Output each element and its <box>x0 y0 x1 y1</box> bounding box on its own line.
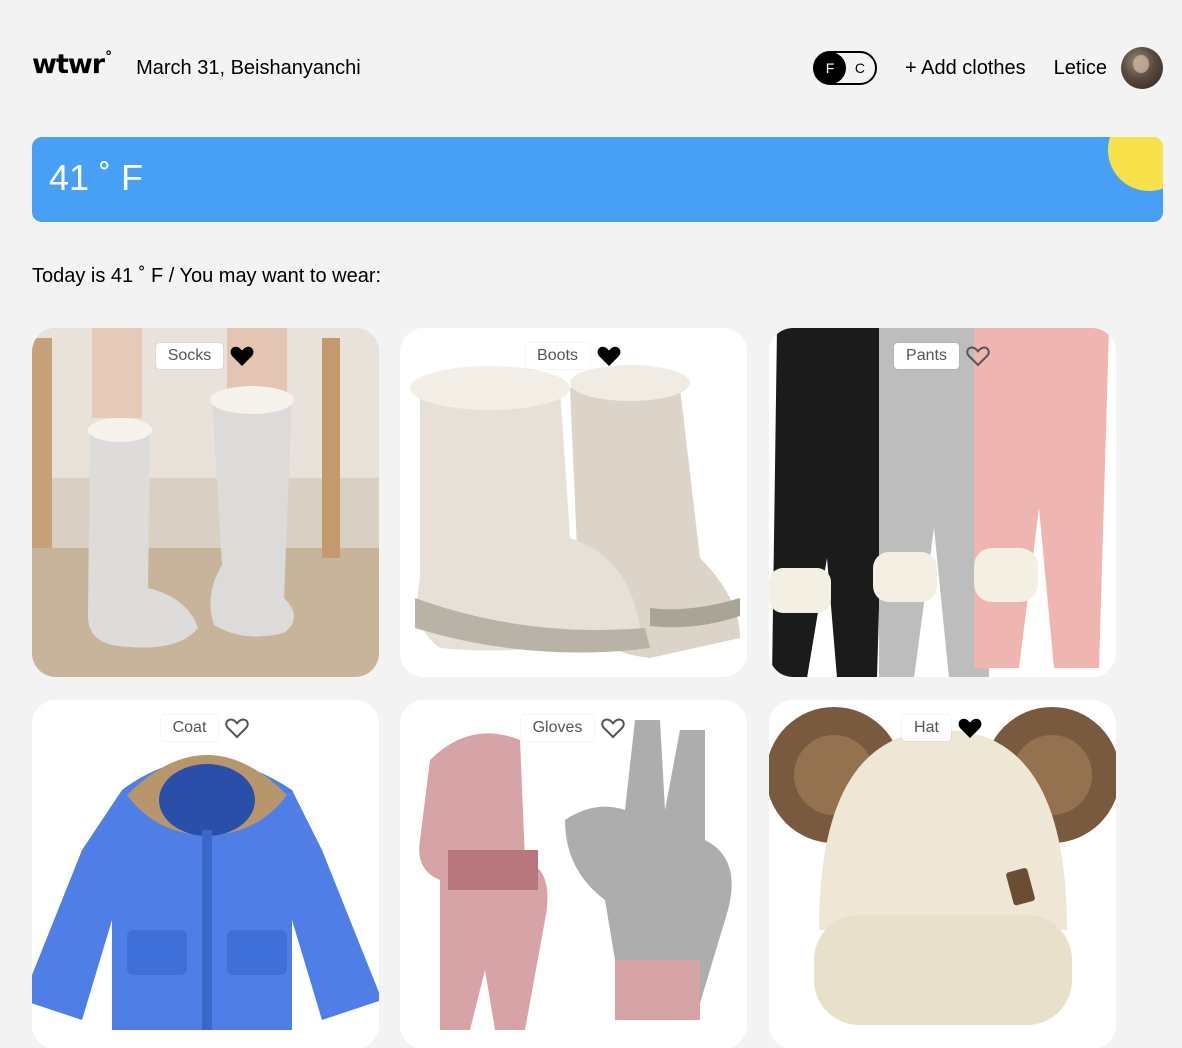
item-card-boots[interactable]: Boots <box>400 328 747 677</box>
item-label-row: Pants <box>769 343 1116 369</box>
toggle-option-f[interactable]: F <box>823 60 837 76</box>
item-card-pants[interactable]: Pants <box>769 328 1116 677</box>
header: wtwr° March 31, Beishanyanchi F C + Add … <box>32 40 1163 96</box>
item-label-row: Hat <box>769 715 1116 741</box>
heart-outline-icon[interactable] <box>965 344 991 368</box>
item-name: Gloves <box>520 715 595 741</box>
temperature-unit-toggle[interactable]: F C <box>812 51 877 85</box>
weather-temperature: 41 ˚ F <box>49 157 144 198</box>
heart-filled-icon[interactable] <box>596 344 622 368</box>
toggle-option-c[interactable]: C <box>853 60 867 76</box>
weather-card: 41 ˚ F <box>32 137 1163 222</box>
item-name: Pants <box>894 343 959 369</box>
username[interactable]: Letice <box>1054 57 1107 80</box>
gloves-image <box>400 700 747 1048</box>
item-label-row: Gloves <box>400 715 747 741</box>
socks-image <box>32 328 379 677</box>
heart-filled-icon[interactable] <box>229 344 255 368</box>
item-name: Boots <box>525 343 590 369</box>
item-label-row: Socks <box>32 343 379 369</box>
date-location: March 31, Beishanyanchi <box>136 56 361 79</box>
heart-outline-icon[interactable] <box>224 716 250 740</box>
recommendation-text: Today is 41 ˚ F / You may want to wear: <box>32 265 382 287</box>
logo-degree-mark: ° <box>105 48 112 65</box>
item-name: Coat <box>160 715 219 741</box>
boots-image <box>400 328 747 677</box>
avatar[interactable] <box>1121 47 1163 89</box>
logo-text: wtwr <box>32 48 105 80</box>
coat-image <box>32 700 379 1048</box>
item-card-gloves[interactable]: Gloves <box>400 700 747 1048</box>
item-label-row: Boots <box>400 343 747 369</box>
item-card-coat[interactable]: Coat <box>32 700 379 1048</box>
item-label-row: Coat <box>32 715 379 741</box>
heart-outline-icon[interactable] <box>600 716 626 740</box>
item-name: Hat <box>902 715 951 741</box>
heart-filled-icon[interactable] <box>957 716 983 740</box>
add-clothes-button[interactable]: + Add clothes <box>905 57 1026 80</box>
logo[interactable]: wtwr° <box>32 48 112 80</box>
item-card-hat[interactable]: Hat <box>769 700 1116 1048</box>
sun-icon <box>1108 137 1163 191</box>
pants-image <box>769 328 1116 677</box>
hat-image <box>769 700 1116 1048</box>
item-name: Socks <box>155 343 224 369</box>
item-card-socks[interactable]: Socks <box>32 328 379 677</box>
